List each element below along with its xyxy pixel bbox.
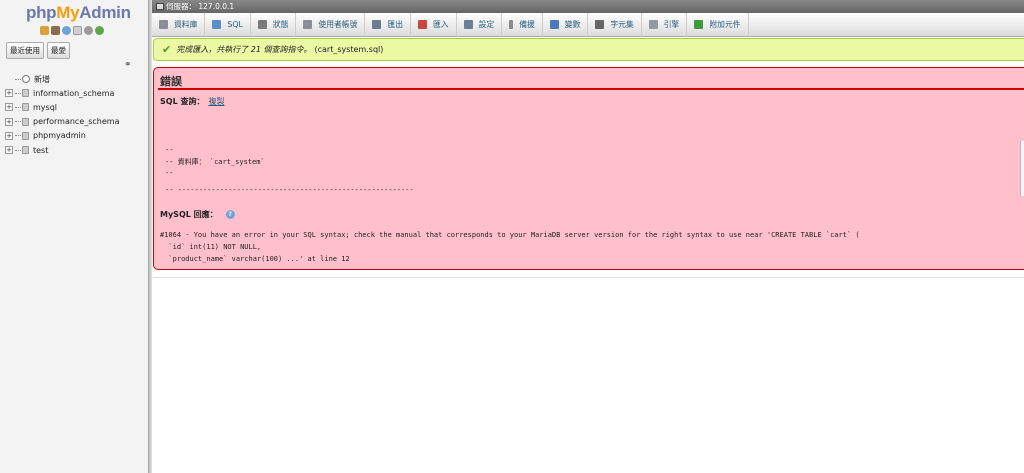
- sql-query-separator: -- -------------------------------------…: [165, 186, 414, 194]
- favorites-button[interactable]: 最愛: [47, 42, 70, 59]
- scrollbar[interactable]: [1020, 141, 1024, 196]
- replication-icon: [509, 20, 514, 29]
- tree-item-label[interactable]: phpmyadmin: [33, 131, 86, 140]
- mysql-response-label: MySQL 回應： ?: [160, 209, 235, 220]
- expand-icon[interactable]: +: [5, 131, 13, 140]
- tree-item-test[interactable]: + test: [5, 143, 120, 157]
- tab-replication[interactable]: 備援: [502, 12, 543, 37]
- phpmyadmin-logo[interactable]: phpMyAdmin: [26, 3, 131, 23]
- server-label[interactable]: 伺服器： 127.0.0.1: [166, 2, 234, 11]
- tree-item-label[interactable]: mysql: [33, 103, 57, 112]
- database-icon: [159, 20, 168, 29]
- help-icon[interactable]: ?: [225, 210, 235, 219]
- tree-item-new[interactable]: 新增: [5, 72, 120, 86]
- reload-icon[interactable]: [95, 26, 104, 35]
- navigation-panel: phpMyAdmin 最近使用 最愛 ⚭ 新增 + information_sc…: [0, 0, 149, 473]
- tree-item-label[interactable]: information_schema: [33, 89, 114, 98]
- plugins-icon: [694, 20, 704, 29]
- error-divider: [158, 88, 1024, 90]
- tree-item-label: 新增: [34, 74, 50, 84]
- tab-engines[interactable]: 引擎: [642, 12, 688, 37]
- database-icon: [22, 131, 29, 140]
- tab-status[interactable]: 狀態: [251, 12, 297, 37]
- charset-icon: [595, 20, 605, 29]
- home-icon[interactable]: [40, 26, 49, 35]
- database-tree: 新增 + information_schema + mysql + perfor…: [5, 72, 120, 157]
- import-icon: [418, 20, 427, 29]
- error-title: 錯誤: [160, 75, 182, 88]
- expand-icon[interactable]: +: [5, 146, 13, 155]
- tree-item-information-schema[interactable]: + information_schema: [5, 86, 120, 100]
- mysql-response-code: #1064 - You have an error in your SQL sy…: [160, 231, 860, 263]
- tab-charsets[interactable]: 字元集: [588, 12, 642, 37]
- status-icon: [257, 20, 267, 29]
- link-icon[interactable]: ⚭: [124, 60, 132, 70]
- settings-icon[interactable]: [84, 26, 93, 35]
- imported-file: (cart_system.sql): [314, 45, 384, 54]
- exit-icon[interactable]: [51, 26, 60, 35]
- content-divider: [153, 277, 1024, 278]
- variables-icon: [549, 20, 559, 29]
- sql-query-code: -- -- 資料庫： `cart_system` --: [165, 146, 265, 177]
- docs-icon[interactable]: [73, 26, 82, 35]
- engine-icon: [648, 20, 658, 29]
- copy-link[interactable]: 複製: [208, 97, 224, 106]
- expand-icon[interactable]: +: [5, 103, 13, 112]
- tab-variables[interactable]: 變數: [543, 12, 589, 37]
- top-menu: 資料庫 SQL 狀態 使用者帳號 匯出 匯入 設定 備援 變數 字元集 引擎 附…: [152, 12, 1024, 37]
- tree-item-phpmyadmin[interactable]: + phpmyadmin: [5, 129, 120, 143]
- check-icon: ✔: [162, 43, 172, 56]
- expand-icon[interactable]: +: [5, 117, 13, 126]
- tree-item-mysql[interactable]: + mysql: [5, 100, 120, 114]
- tab-import[interactable]: 匯入: [411, 12, 457, 37]
- tab-sql[interactable]: SQL: [205, 12, 251, 37]
- expand-icon[interactable]: +: [5, 89, 13, 98]
- database-icon: [22, 117, 29, 126]
- users-icon: [303, 20, 313, 29]
- error-box: 錯誤 SQL 查詢： 複製 -- -- 資料庫： `cart_system` --…: [153, 67, 1024, 270]
- settings-icon: [463, 20, 473, 29]
- tab-settings[interactable]: 設定: [457, 12, 503, 37]
- database-icon: [22, 89, 29, 98]
- recent-button[interactable]: 最近使用: [6, 42, 44, 59]
- tree-item-label[interactable]: test: [33, 146, 48, 155]
- help-icon[interactable]: [62, 26, 71, 35]
- success-message: ✔ 完成匯入，共執行了 21 個查詢指令。 (cart_system.sql): [153, 38, 1024, 61]
- tab-databases[interactable]: 資料庫: [152, 12, 206, 37]
- success-text: 完成匯入，共執行了 21 個查詢指令。: [176, 45, 312, 54]
- tab-plugins[interactable]: 附加元件: [687, 12, 749, 37]
- new-database-icon: [22, 75, 30, 84]
- tree-item-label[interactable]: performance_schema: [33, 117, 120, 126]
- server-icon: [156, 3, 164, 10]
- database-icon: [22, 146, 29, 155]
- nav-tabs: 最近使用 最愛: [6, 42, 70, 59]
- server-breadcrumb[interactable]: 伺服器： 127.0.0.1: [152, 0, 1024, 13]
- database-icon: [22, 103, 29, 112]
- quick-links: [40, 26, 104, 35]
- export-icon: [372, 20, 382, 29]
- tab-export[interactable]: 匯出: [365, 12, 411, 37]
- tab-user-accounts[interactable]: 使用者帳號: [296, 12, 366, 37]
- tree-item-performance-schema[interactable]: + performance_schema: [5, 115, 120, 129]
- sql-query-label: SQL 查詢： 複製: [160, 97, 225, 106]
- nav-resizer[interactable]: [149, 0, 152, 473]
- sql-icon: [212, 20, 222, 29]
